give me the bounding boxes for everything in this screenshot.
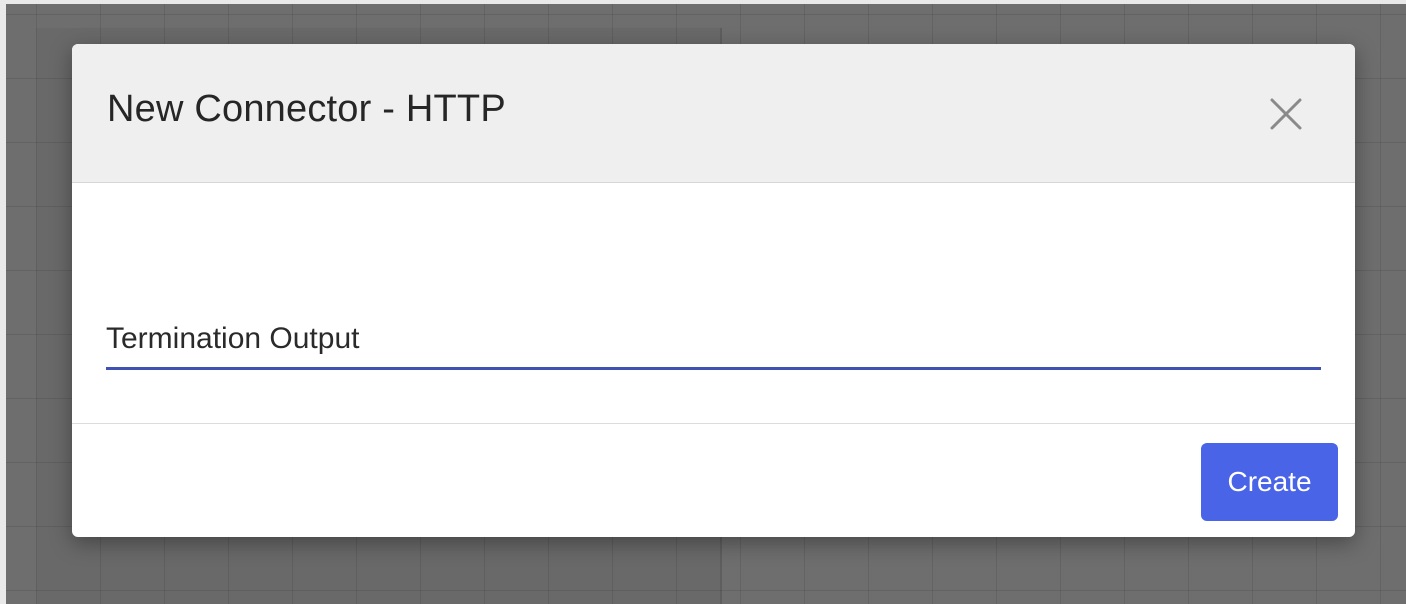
backdrop-left-edge bbox=[0, 0, 6, 604]
connector-name-field bbox=[106, 313, 1321, 370]
close-button[interactable] bbox=[1264, 92, 1308, 136]
close-icon bbox=[1270, 98, 1302, 130]
connector-name-input[interactable] bbox=[106, 313, 1321, 365]
create-button[interactable]: Create bbox=[1201, 443, 1338, 521]
dialog-header: New Connector - HTTP bbox=[72, 44, 1355, 183]
dialog-title: New Connector - HTTP bbox=[107, 88, 506, 130]
new-connector-dialog: New Connector - HTTP Create bbox=[72, 44, 1355, 537]
backdrop-top-edge bbox=[0, 0, 1406, 4]
dialog-body bbox=[72, 183, 1355, 423]
dialog-footer: Create bbox=[72, 423, 1355, 537]
input-underline bbox=[106, 367, 1321, 370]
